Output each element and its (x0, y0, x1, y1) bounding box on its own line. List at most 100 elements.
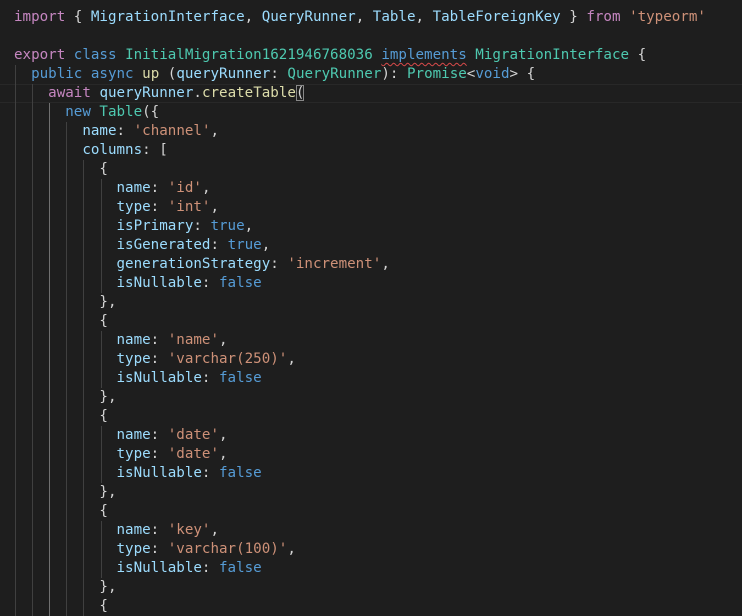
code-token: : (150, 541, 168, 557)
code-token: : (150, 446, 168, 462)
code-token: MigrationInterface (475, 47, 630, 63)
code-token: : (270, 66, 288, 82)
code-token: 'typeorm' (629, 9, 706, 25)
code-token: type (116, 199, 151, 215)
code-token: name (116, 332, 151, 348)
code-line[interactable]: isNullable: false (0, 559, 742, 578)
code-token: } (560, 9, 587, 25)
code-token: type (116, 351, 151, 367)
code-token: . (193, 85, 202, 101)
code-token: , (219, 427, 228, 443)
code-line[interactable]: name: 'channel', (0, 122, 742, 141)
code-line[interactable]: { (0, 160, 742, 179)
code-text: { (14, 407, 108, 426)
code-line[interactable]: isPrimary: true, (0, 217, 742, 236)
code-token: , (261, 237, 271, 253)
code-token: false (219, 275, 262, 291)
code-token: { (14, 161, 108, 177)
code-text: public async up (queryRunner: QueryRunne… (14, 65, 535, 84)
code-line[interactable]: name: 'key', (0, 521, 742, 540)
code-text: import { MigrationInterface, QueryRunner… (14, 8, 706, 27)
code-line[interactable]: }, (0, 388, 742, 407)
code-line[interactable]: type: 'int', (0, 198, 742, 217)
code-text: generationStrategy: 'increment', (14, 255, 390, 274)
code-token: type (116, 541, 151, 557)
code-line[interactable]: type: 'date', (0, 445, 742, 464)
code-line[interactable] (0, 27, 742, 46)
code-text: columns: [ (14, 141, 167, 160)
code-token: ({ (142, 104, 160, 120)
code-line[interactable]: public async up (queryRunner: QueryRunne… (0, 65, 742, 84)
code-token: , (415, 9, 433, 25)
code-token: name (116, 427, 151, 443)
code-token: export (14, 47, 66, 63)
code-editor[interactable]: import { MigrationInterface, QueryRunner… (0, 0, 742, 616)
code-line[interactable]: type: 'varchar(250)', (0, 350, 742, 369)
code-line[interactable]: isNullable: false (0, 274, 742, 293)
code-text: }, (14, 578, 117, 597)
code-token: queryRunner (176, 66, 271, 82)
code-line[interactable]: }, (0, 578, 742, 597)
code-line[interactable]: { (0, 502, 742, 521)
code-line[interactable]: isNullable: false (0, 464, 742, 483)
code-text: name: 'channel', (14, 122, 219, 141)
code-line[interactable]: { (0, 312, 742, 331)
code-line[interactable]: name: 'date', (0, 426, 742, 445)
code-line[interactable]: { (0, 407, 742, 426)
code-line[interactable]: }, (0, 483, 742, 502)
code-token: > { (509, 66, 536, 82)
code-line[interactable]: }, (0, 293, 742, 312)
code-token: InitialMigration1621946768036 (125, 47, 373, 63)
code-line[interactable]: type: 'varchar(100)', (0, 540, 742, 559)
code-token: , (210, 123, 220, 139)
code-line[interactable]: name: 'id', (0, 179, 742, 198)
code-line[interactable]: generationStrategy: 'increment', (0, 255, 742, 274)
code-line[interactable]: columns: [ (0, 141, 742, 160)
code-line[interactable]: export class InitialMigration16219467680… (0, 46, 742, 65)
code-line[interactable]: { (0, 597, 742, 616)
code-line[interactable]: import { MigrationInterface, QueryRunner… (0, 8, 742, 27)
code-token: name (116, 522, 151, 538)
code-text: isNullable: false (14, 274, 262, 293)
code-line[interactable]: name: 'name', (0, 331, 742, 350)
code-token: up (142, 66, 160, 82)
code-token: , (210, 199, 220, 215)
code-token: await (48, 85, 91, 101)
code-token: new (65, 104, 91, 120)
code-text: type: 'date', (14, 445, 228, 464)
code-token: }, (14, 579, 117, 595)
code-text: new Table({ (14, 103, 159, 122)
code-text: name: 'id', (14, 179, 211, 198)
code-token: TableForeignKey (432, 9, 561, 25)
code-text: isNullable: false (14, 464, 262, 483)
code-token: true (210, 218, 245, 234)
code-token: }, (14, 294, 117, 310)
code-token: , (210, 522, 220, 538)
code-line[interactable]: new Table({ (0, 103, 742, 122)
code-line[interactable]: isNullable: false (0, 369, 742, 388)
code-line[interactable]: await queryRunner.createTable( (0, 84, 742, 103)
code-token: name (116, 180, 151, 196)
code-line[interactable]: isGenerated: true, (0, 236, 742, 255)
code-token: columns (82, 142, 143, 158)
code-text: name: 'key', (14, 521, 220, 540)
code-token: createTable (201, 85, 296, 101)
code-token: isNullable (116, 465, 202, 481)
code-text: name: 'date', (14, 426, 228, 445)
code-token: , (381, 256, 390, 272)
code-token: Promise (407, 66, 467, 82)
code-text: type: 'varchar(100)', (14, 540, 296, 559)
code-token: : (210, 237, 228, 253)
